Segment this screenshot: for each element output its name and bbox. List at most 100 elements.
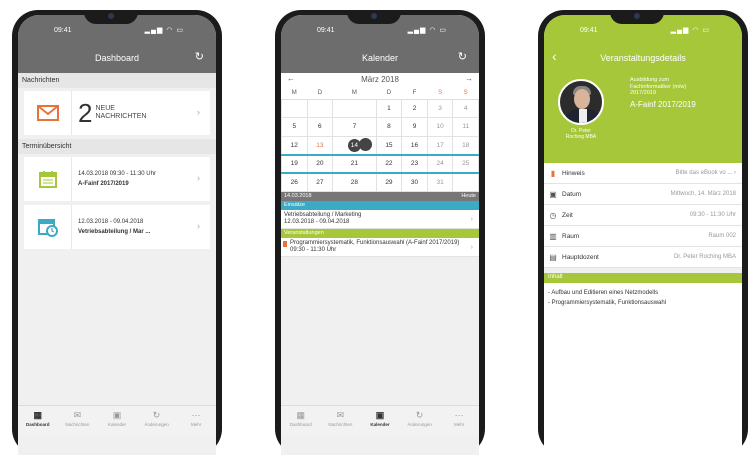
calendar-day[interactable]: 23 [401,154,428,174]
status-time: 09:41 [54,27,72,34]
lecturer-name: Dr. Peter Roching MBA [565,128,597,140]
calendar-day[interactable]: 7 [332,117,377,137]
calendar-day[interactable]: 2 [401,98,428,118]
calendar-day[interactable]: 16 [401,135,428,156]
calendar-day[interactable]: 4 [452,98,479,118]
prev-month-icon[interactable]: ← [287,74,295,83]
new-messages-card[interactable]: 2 NEUE NACHRICHTEN › [24,91,210,135]
einsatz-title: Vetriebsabteilung / Marketing [284,212,362,218]
veranstaltungen-header: Veranstaltungen [281,229,479,238]
dashboard-icon: ▦ [296,410,306,420]
event-marker [358,137,372,151]
calendar-day[interactable]: 18 [452,135,479,156]
messages-count: 2 [78,98,93,128]
calendar-day[interactable]: 1 [375,98,403,118]
calendar-day[interactable]: 15 [375,135,403,156]
messages-label-messages: NACHRICHTEN [95,113,147,120]
phone-dashboard: Dashboard ↻ 09:41 ▂▄▆ ◠ ▭ Nachrichten 2 … [12,10,222,455]
signal-wifi-battery-icon: ▂▄▆ ◠ ▭ [144,27,184,34]
page-title: Kalender [361,53,399,63]
appointment-title: A-Fainf 2017/2019 [78,181,129,187]
calendar-clock-icon [24,205,72,249]
calendar-day[interactable]: 20 [306,154,334,174]
status-time: 09:41 [580,27,598,34]
weekday-header: S [452,87,479,100]
appointment-item[interactable]: 14.03.2018 09:30 - 11:30 Uhr A-Fainf 201… [24,157,210,201]
refresh-icon[interactable]: ↻ [195,50,204,63]
bookmark-icon [283,241,287,247]
calendar-day[interactable]: 8 [375,117,403,137]
detail-row-hinweis[interactable]: ▮ Hinweis Bitte das eBook vo ... › [544,163,742,184]
calendar-day[interactable]: 11 [452,117,479,137]
next-month-icon[interactable]: → [465,74,473,83]
tab-dashboard[interactable]: ▦ Dashboard [281,406,321,435]
phone-details: ‹ Veranstaltungsdetails 09:41 ▂▄▆ ◠ ▭ Dr… [538,10,748,455]
calendar-day[interactable]: 3 [426,98,454,118]
more-icon: ⋯ [191,410,201,420]
chevron-right-icon: › [197,173,200,183]
weekday-header: D [376,87,402,100]
calendar-day[interactable]: 17 [426,135,454,156]
chevron-right-icon: › [197,221,200,231]
weekday-header: D [307,87,333,100]
calendar-icon: ▣ [375,410,385,420]
tab-aenderungen[interactable]: ↻ Änderungen [137,406,177,435]
calendar-day[interactable]: 21 [332,154,377,174]
appointment-date: 12.03.2018 - 09.04.2018 [78,219,144,225]
calendar-day[interactable]: 13 [306,135,334,156]
details-screen: ‹ Veranstaltungsdetails 09:41 ▂▄▆ ◠ ▭ Dr… [544,15,742,455]
calendar-day[interactable]: 12 [281,135,308,156]
more-icon: ⋯ [454,410,464,420]
messages-label-new: NEUE [95,105,115,112]
calendar-day[interactable]: 9 [401,117,428,137]
mail-icon: ✉ [336,410,345,420]
tab-kalender[interactable]: ▣ Kalender [360,406,400,435]
selected-date: 14.03.2018 [284,193,312,199]
status-time: 09:41 [317,27,335,34]
inhalt-content: - Aufbau und Editieren eines Netzmodells… [544,283,742,455]
inhalt-header: Inhalt [544,273,742,283]
mail-icon [24,91,72,135]
einsatz-entry[interactable]: Vetriebsabteilung / Marketing 12.03.2018… [281,210,479,229]
tab-dashboard[interactable]: ▦ Dashboard [18,406,58,435]
tab-aenderungen[interactable]: ↻ Änderungen [400,406,440,435]
einsaetze-header: Einsätze [281,201,479,210]
detail-row-raum: ▥ Raum Raum 002 [544,226,742,247]
month-label: März 2018 [361,75,399,84]
calendar-day[interactable]: 24 [426,154,454,174]
today-button[interactable]: Heute [461,193,476,199]
calendar-day[interactable]: 25 [452,154,479,174]
calendar-day[interactable]: 14 [332,135,377,156]
tab-nachrichten[interactable]: ✉ Nachrichten [58,406,98,435]
appointment-title: Vetriebsabteilung / Mar ... [78,229,151,235]
calendar-screen: Kalender ↻ 09:41 ▂▄▆ ◠ ▭ ← März 2018 → M… [281,15,479,455]
phone-calendar: Kalender ↻ 09:41 ▂▄▆ ◠ ▭ ← März 2018 → M… [275,10,485,455]
appointment-date: 14.03.2018 09:30 - 11:30 Uhr [78,171,156,177]
veranstaltung-entry[interactable]: Programmiersystematik, Funktionsauswahl … [281,238,479,257]
calendar-day[interactable]: 29 [375,172,403,192]
calendar-day[interactable]: 26 [281,172,308,192]
month-navigation: ← März 2018 → [281,73,479,87]
tab-nachrichten[interactable]: ✉ Nachrichten [321,406,361,435]
calendar-icon: ▣ [112,410,122,420]
calendar-day[interactable]: 31 [426,172,454,192]
tab-mehr[interactable]: ⋯ Mehr [439,406,479,435]
calendar-content: ← März 2018 → MDMDFSS 1 2 3 4 5 6 7 8 9 10 11 12 13 1… [281,73,479,415]
calendar-day[interactable]: 27 [306,172,334,192]
refresh-icon[interactable]: ↻ [458,50,467,63]
calendar-day[interactable]: 6 [306,117,334,137]
dashboard-screen: Dashboard ↻ 09:41 ▂▄▆ ◠ ▭ Nachrichten 2 … [18,15,216,455]
calendar-day[interactable]: 10 [426,117,454,137]
calendar-day[interactable]: 28 [332,172,377,192]
chevron-right-icon: › [470,216,473,223]
calendar-day[interactable]: 30 [401,172,428,192]
tab-mehr[interactable]: ⋯ Mehr [176,406,216,435]
calendar-day[interactable]: 22 [375,154,403,174]
appointment-item[interactable]: 12.03.2018 - 09.04.2018 Vetriebsabteilun… [24,205,210,249]
calendar-day[interactable]: 19 [281,154,308,174]
calendar-day [332,98,377,118]
dashboard-content: Nachrichten 2 NEUE NACHRICHTEN › Terminüb… [18,73,216,415]
tab-bar: ▦ Dashboard ✉ Nachrichten ▣ Kalender ↻ Änder… [18,405,216,435]
tab-kalender[interactable]: ▣ Kalender [97,406,137,435]
calendar-day[interactable]: 5 [281,117,308,137]
